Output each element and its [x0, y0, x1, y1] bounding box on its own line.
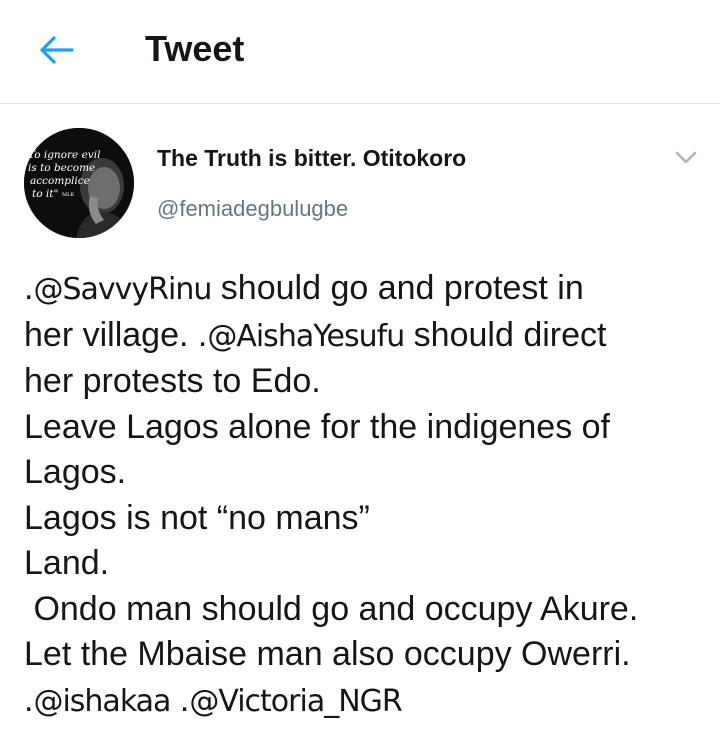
chevron-down-icon [675, 151, 697, 164]
avatar-attribution: MLK [62, 192, 74, 198]
mention-link[interactable]: @SavvyRinu [33, 272, 212, 307]
tweet-line: .@SavvyRinu should go and protest in [24, 266, 704, 313]
tweet-text-segment: should direct [404, 315, 607, 354]
tweet-text-segment: should go and protest in [211, 269, 584, 307]
tweet-line: her protests to Edo. [24, 359, 704, 405]
tweet-line: Let the Mbaise man also occupy Owerri. [24, 632, 704, 678]
tweet-text-segment: Leave Lagos alone for the indigenes of [24, 407, 611, 446]
arrow-left-icon [40, 36, 74, 64]
top-bar: Tweet [0, 0, 720, 104]
avatar-quote-line: is to become [28, 162, 95, 174]
tweet-line: Ondo man should go and occupy Akure. [24, 587, 704, 633]
tweet-line: .@ishakaa .@Victoria_NGR [24, 678, 704, 725]
page-title: Tweet [145, 28, 245, 69]
mention-link[interactable]: @Victoria_NGR [189, 684, 402, 719]
tweet-line: Leave Lagos alone for the indigenes of [24, 405, 704, 451]
tweet-line: Lagos is not “no mans” [24, 496, 704, 542]
tweet-menu-button[interactable] [672, 146, 700, 170]
tweet-text-segment: . [170, 680, 190, 719]
mention-link[interactable]: @AishaYesufu [207, 319, 405, 354]
tweet-text-segment: Ondo man should go and occupy Akure. [24, 589, 639, 628]
tweet-line: Lagos. [24, 450, 704, 496]
tweet-text-segment: her protests to Edo. [24, 362, 321, 400]
avatar-quote-line: accomplice [30, 175, 90, 187]
tweet-text: .@SavvyRinu should go and protest in her … [24, 266, 704, 724]
avatar-quote-line: to it" [32, 188, 58, 200]
tweet-text-segment: Land. [24, 544, 110, 582]
tweet-line: Land. [24, 541, 704, 587]
author-display-name[interactable]: The Truth is bitter. Otitokoro [157, 145, 466, 172]
tweet-text-segment: Let the Mbaise man also occupy Owerri. [24, 635, 631, 673]
tweet-text-segment: Lagos. [24, 453, 127, 491]
avatar-quote-line: To ignore evil [28, 149, 100, 161]
back-button[interactable] [36, 30, 76, 70]
avatar[interactable]: To ignore evil is to become accomplice t… [24, 128, 134, 238]
author-handle[interactable]: @femiadegbulugbe [157, 196, 348, 222]
tweet-line: her village. .@AishaYesufu should direct [24, 313, 704, 360]
mention-link[interactable]: @ishakaa [33, 684, 171, 719]
tweet-text-segment: Lagos is not “no mans” [24, 498, 370, 537]
tweet-text-segment: her village. . [24, 315, 208, 354]
